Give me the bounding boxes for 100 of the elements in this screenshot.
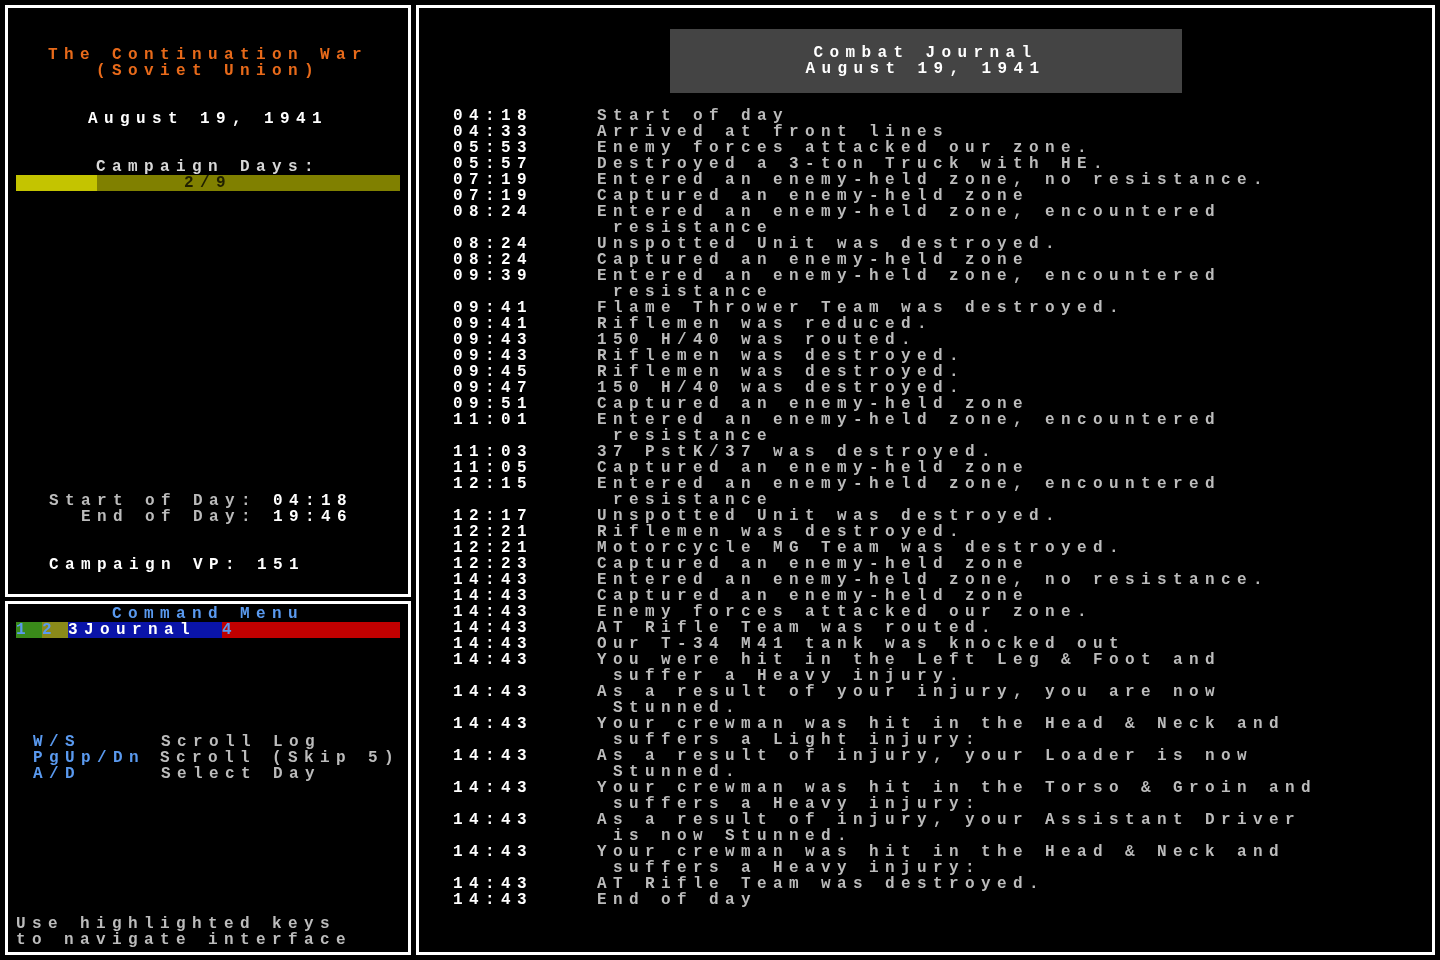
entry-text: Riflemen was reduced. (597, 316, 935, 332)
entry-text: End of day (597, 892, 758, 908)
end-of-day-time: 19:46 (273, 509, 353, 525)
entry-text: Entered an enemy-held zone, encountered resistance (597, 412, 1223, 444)
campaign-days-reading: 2/9 (184, 175, 232, 191)
entry-text: You were hit in the Left Leg & Foot and suffer a Heavy injury. (597, 652, 1223, 684)
entry-text: Arrived at front lines (597, 124, 951, 140)
entry-text: Captured an enemy-held zone (597, 396, 1031, 412)
entry-text: Captured an enemy-held zone (597, 188, 1031, 204)
entry-time: 08:24 (453, 236, 534, 252)
entry-time: 14:43 (453, 604, 534, 620)
entry-time: 14:43 (453, 716, 534, 735)
entry-time: 05:53 (453, 140, 534, 156)
entry-text: Enemy forces attacked our zone. (597, 604, 1095, 620)
entry-text: Entered an enemy-held zone, encountered resistance (597, 204, 1223, 236)
entry-text: Our T-34 M41 tank was knocked out (597, 636, 1127, 652)
entry-text: Entered an enemy-held zone, no resistance. (597, 172, 1271, 188)
entry-text: Unspotted Unit was destroyed. (597, 508, 1063, 524)
entry-text: Destroyed a 3-ton Truck with HE. (597, 156, 1110, 172)
command-menu-title: Command Menu (112, 606, 305, 622)
entry-text: Entered an enemy-held zone, encountered resistance (597, 268, 1223, 300)
menu-tab[interactable]: 2 (42, 622, 69, 638)
help-text: to navigate interface (16, 932, 354, 948)
menu-tab[interactable]: 3 Journal (68, 622, 223, 638)
entry-time: 09:41 (453, 316, 534, 332)
entry-text: Your crewman was hit in the Head & Neck and suffers a Heavy injury: (597, 844, 1287, 876)
entry-text: Enemy forces attacked our zone. (597, 140, 1095, 156)
entry-text: As a result of injury, your Loader is now Stunned. (597, 748, 1255, 780)
entry-time: 14:43 (453, 748, 534, 767)
campaign-vp-value: 151 (257, 557, 306, 573)
entry-time: 11:05 (453, 460, 534, 476)
entry-time: 14:43 (453, 684, 534, 703)
entry-time: 09:51 (453, 396, 534, 412)
key-action: Scroll (Skip 5) (159, 750, 400, 766)
entry-time: 14:43 (453, 636, 534, 652)
entry-text: Your crewman was hit in the Torso & Groin and suffers a Heavy injury: (597, 780, 1319, 812)
key-action: Select Day (161, 766, 321, 782)
entry-time: 14:43 (453, 780, 534, 799)
entry-text: Entered an enemy-held zone, no resistance. (597, 572, 1271, 588)
entry-text: Captured an enemy-held zone (597, 252, 1030, 268)
campaign-date: August 19, 1941 (87, 111, 329, 127)
entry-text: Start of day (597, 108, 790, 124)
entry-text: 150 H/40 was destroyed. (597, 380, 967, 396)
campaign-title: The Continuation War (47, 47, 369, 63)
entry-time: 04:18 (453, 108, 534, 124)
entry-time: 14:43 (453, 652, 534, 671)
entry-time: 09:39 (453, 268, 534, 287)
entry-time: 12:15 (453, 476, 534, 495)
journal-header: Combat Journal August 19, 1941 (669, 29, 1182, 93)
entry-text: Riflemen was destroyed. (597, 348, 967, 364)
entry-text: Your crewman was hit in the Head & Neck and suffers a Light injury: (597, 716, 1287, 748)
menu-tab[interactable]: 1 (16, 622, 42, 638)
entry-time: 12:23 (453, 556, 534, 572)
entry-time: 14:43 (453, 588, 534, 604)
entry-text: Entered an enemy-held zone, encountered resistance (597, 476, 1223, 508)
entry-text: As a result of injury, your Assistant Driver is now Stunned. (597, 812, 1303, 844)
entry-time: 07:19 (453, 188, 534, 204)
entry-time: 12:21 (453, 524, 534, 540)
entry-time: 12:17 (453, 508, 534, 524)
entry-text: Captured an enemy-held zone (597, 556, 1031, 572)
entry-time: 09:47 (453, 380, 534, 396)
entry-text: Flame Thrower Team was destroyed. (597, 300, 1127, 316)
entry-time: 14:43 (453, 892, 534, 908)
entry-text: 150 H/40 was routed. (597, 332, 918, 348)
entry-text: Captured an enemy-held zone (597, 460, 1031, 476)
entry-time: 14:43 (453, 572, 534, 588)
entry-text: AT Rifle Team was destroyed. (597, 876, 1047, 892)
key-action: Scroll Log (161, 734, 321, 750)
end-of-day-label: End of Day: (79, 509, 257, 525)
entry-text: Riflemen was destroyed. (597, 364, 967, 380)
entry-time: 08:24 (453, 204, 534, 223)
key-hint: PgUp/Dn (33, 750, 146, 766)
start-of-day-label: Start of Day: (47, 493, 257, 509)
entry-text: 37 PstK/37 was destroyed. (597, 444, 999, 460)
entry-text: Unspotted Unit was destroyed. (597, 236, 1063, 252)
key-hint: W/S (33, 734, 81, 750)
entry-text: Riflemen was destroyed. (597, 524, 966, 540)
help-text: Use highlighted keys (16, 916, 337, 932)
entry-time: 04:33 (453, 124, 534, 140)
entry-time: 12:21 (453, 540, 534, 556)
entry-time: 09:43 (453, 332, 534, 348)
entry-text: Captured an enemy-held zone (597, 588, 1031, 604)
campaign-title: (Soviet Union) (95, 63, 321, 79)
campaign-vp-label: Campaign VP: (49, 557, 242, 573)
start-of-day-time: 04:18 (273, 493, 353, 509)
menu-tab[interactable]: 4 (222, 622, 400, 638)
entry-text: AT Rifle Team was routed. (597, 620, 998, 636)
entry-text: Motorcycle MG Team was destroyed. (597, 540, 1127, 556)
entry-time: 11:03 (453, 444, 534, 460)
entry-time: 09:45 (453, 364, 534, 380)
entry-time: 08:24 (453, 252, 534, 268)
entry-time: 05:57 (453, 156, 534, 172)
key-hint: A/D (33, 766, 81, 782)
entry-time: 07:19 (453, 172, 534, 188)
entry-time: 11:01 (453, 412, 534, 431)
entry-time: 09:43 (453, 348, 534, 364)
entry-time: 14:43 (453, 620, 534, 636)
entry-time: 09:41 (453, 300, 534, 316)
entry-time: 14:43 (453, 844, 534, 863)
entry-time: 14:43 (453, 876, 534, 892)
